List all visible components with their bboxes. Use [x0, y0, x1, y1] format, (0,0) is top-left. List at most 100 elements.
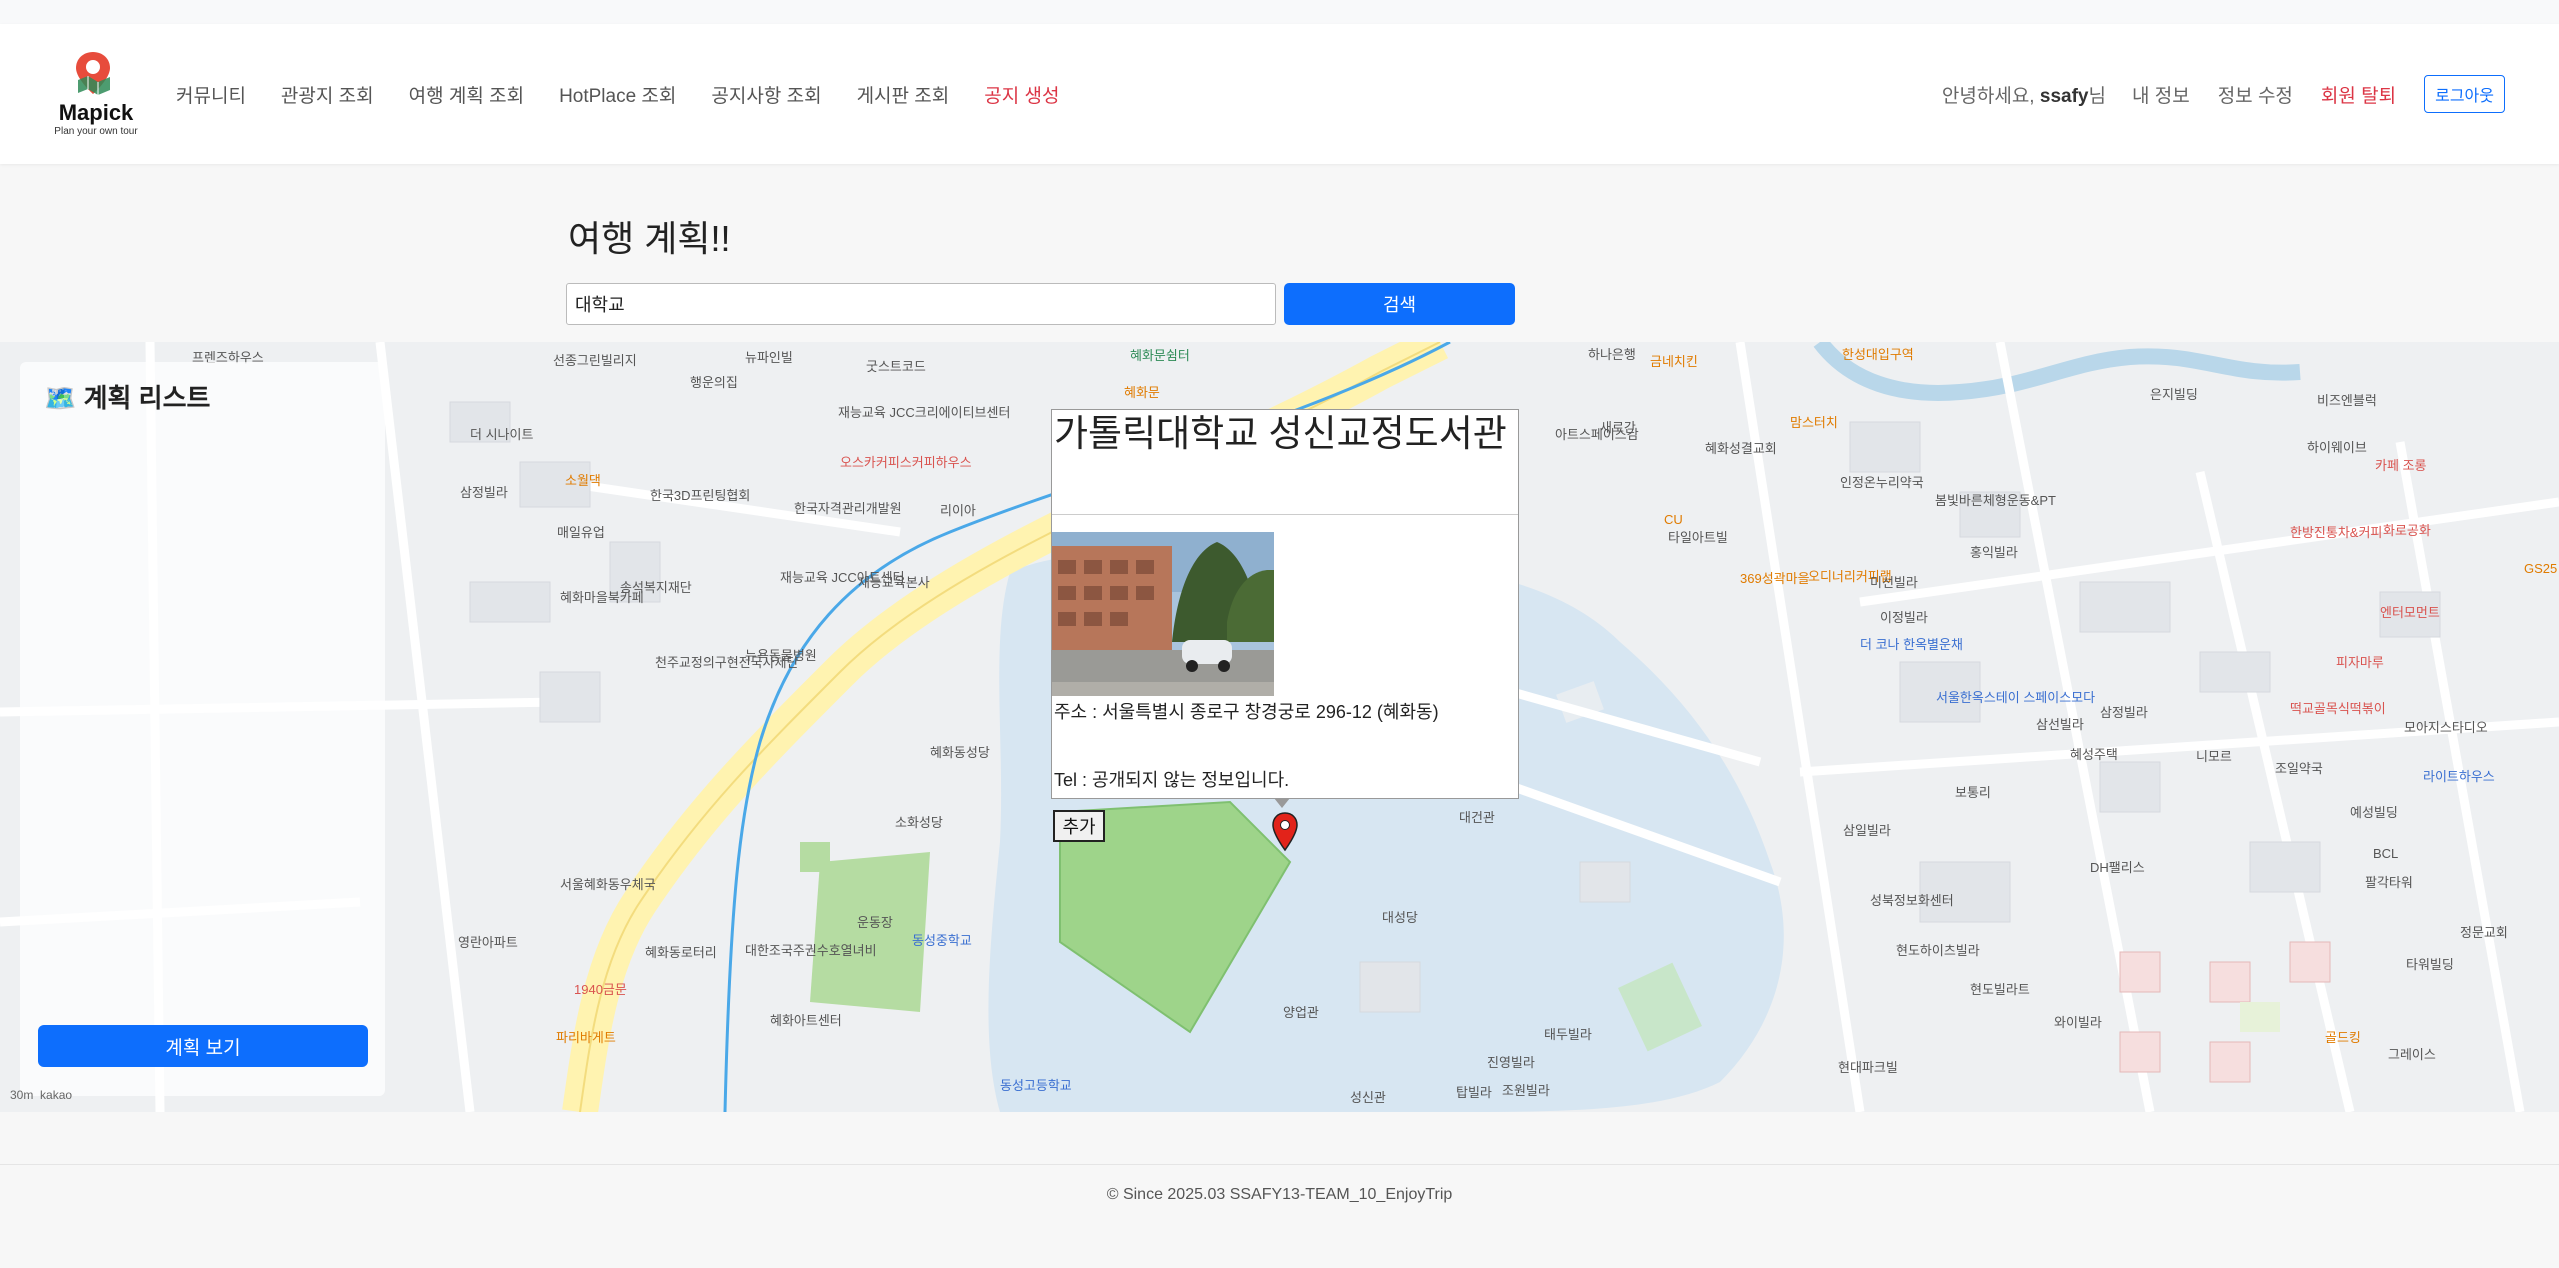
map-label: 소화성당 [895, 815, 943, 830]
map-label: 혜화문 [1124, 385, 1160, 400]
map-label: 뉴욕동물병원 [745, 648, 817, 663]
map-label: 엔터모먼트 [2380, 605, 2440, 620]
logo-brand: Mapick [58, 100, 134, 125]
map-label: 인정온누리약국 [1840, 475, 1924, 490]
map-label: CU [1664, 512, 1683, 527]
nav-notices[interactable]: 공지사항 조회 [711, 81, 821, 108]
map-label: 한방진통차&커피 [2290, 525, 2383, 540]
map-label: 더 코나 한옥별운채 [1860, 637, 1963, 652]
map-label: 파리바게트 [556, 1030, 616, 1045]
map-label: 한성대입구역 [1842, 347, 1914, 362]
map-label: 미선빌라 [1870, 575, 1918, 590]
nav-travel-plans[interactable]: 여행 계획 조회 [409, 81, 524, 108]
map-label: 팔각타워 [2365, 875, 2413, 890]
map-label: 매일유업 [557, 525, 605, 540]
info-divider [1052, 514, 1518, 515]
map-label: 골드킹 [2325, 1030, 2361, 1045]
map-scale: 30m kakao [10, 1088, 72, 1102]
map-label: 굿스트코드 [866, 359, 926, 374]
nav-hotplace[interactable]: HotPlace 조회 [559, 81, 676, 108]
map-label: 라이트하우스 [2423, 769, 2495, 784]
map-label: GS25 [2524, 561, 2558, 576]
top-strip [0, 0, 2559, 24]
plan-list-panel: 🗺️ 계획 리스트 계획 보기 [20, 362, 385, 1096]
search-button[interactable]: 검색 [1284, 283, 1515, 325]
footer-divider [0, 1164, 2559, 1165]
map-label: 혜화아트센터 [770, 1013, 842, 1028]
greeting-prefix: 안녕하세요, [1941, 85, 2040, 107]
map-label: 그레이스 [2388, 1047, 2436, 1062]
map-label: 뉴파인빌 [745, 350, 793, 365]
map-label: 혜화문쉼터 [1130, 348, 1190, 363]
map-label: 혜화동로터리 [645, 945, 717, 960]
map-label: 오스카커피스커피하우스 [840, 455, 972, 470]
map-label: 금네치킨 [1650, 354, 1698, 369]
map-label: 삼정빌라 [2100, 705, 2148, 720]
map-provider-label: kakao [40, 1088, 73, 1102]
map-label: 카페 조롱 [2375, 458, 2427, 473]
map-label: 한국자격관리개발원 [794, 501, 902, 516]
map-label: DH팰리스 [2090, 860, 2145, 875]
map-label: 동성고등학교 [1000, 1078, 1072, 1093]
map-pin-logo-icon [76, 52, 110, 95]
nav-community[interactable]: 커뮤니티 [176, 81, 246, 108]
place-tel: Tel : 공개되지 않는 정보입니다. [1054, 770, 1290, 790]
withdraw-link[interactable]: 회원 탈퇴 [2321, 81, 2396, 108]
logout-button[interactable]: 로그아웃 [2424, 75, 2505, 113]
map-label: 삼일빌라 [1843, 823, 1891, 838]
map-label: 비즈엔블럭 [2317, 393, 2377, 408]
info-window-tail [1274, 798, 1290, 808]
map-label: 하이웨이브 [2307, 440, 2367, 455]
map-marker-icon[interactable] [1272, 812, 1298, 852]
map-label: 재능교육 JCC크리에이티브센터 [838, 405, 1011, 420]
map-label: 대성당 [1382, 910, 1418, 925]
map-label: 봄빛바른체형운동&PT [1935, 493, 2056, 508]
plan-list-title: 🗺️ 계획 리스트 [44, 383, 211, 413]
map-label: 리이아 [940, 503, 976, 518]
map-label: 1940금문 [574, 982, 627, 997]
my-info-link[interactable]: 내 정보 [2132, 81, 2190, 108]
map-label: 피자마루 [2336, 655, 2384, 670]
footer-text: © Since 2025.03 SSAFY13-TEAM_10_EnjoyTri… [1106, 1186, 1453, 1203]
map-label: 재능교육본사 [858, 575, 930, 590]
map-label: 운동장 [857, 915, 893, 930]
greeting-suffix: 님 [2088, 85, 2106, 107]
place-name: 가톨릭대학교 성신교정도서관 [1054, 413, 1507, 454]
edit-info-link[interactable]: 정보 수정 [2218, 81, 2293, 108]
map-label: 성신관 [1350, 1090, 1386, 1105]
map-label: 아트스페이스감 [1555, 427, 1639, 442]
map-label: 서울한옥스테이 스페이스모다 [1936, 690, 2096, 705]
nav-create-notice[interactable]: 공지 생성 [984, 81, 1059, 108]
map-label: 맘스터치 [1790, 415, 1838, 430]
map-label: 니모르 [2196, 749, 2232, 764]
map-label: 정문교회 [2460, 925, 2508, 940]
map-label: 모아지스타디오 [2404, 720, 2488, 735]
nav-board[interactable]: 게시판 조회 [857, 81, 950, 108]
nav-attractions[interactable]: 관광지 조회 [281, 81, 374, 108]
map-label: 동성중학교 [912, 933, 972, 948]
map-label: 와이빌라 [2054, 1015, 2102, 1030]
logo-tagline: Plan your own tour [54, 126, 138, 137]
map-label: 양업관 [1283, 1005, 1319, 1020]
place-photo [1052, 532, 1274, 696]
map-scale-value: 30m [10, 1088, 34, 1102]
search-input[interactable] [566, 283, 1276, 325]
map-label: 행운의집 [690, 375, 738, 390]
map-label: 한국3D프린팅협회 [650, 488, 751, 503]
logo[interactable]: Mapick Plan your own tour [54, 50, 138, 154]
map-label: 혜화성결교회 [1705, 441, 1777, 456]
map-label: 현대파크빌 [1838, 1060, 1898, 1075]
user-area: 안녕하세요, ssafy님 내 정보 정보 수정 회원 탈퇴 로그아웃 [1942, 74, 2505, 114]
view-plan-button[interactable]: 계획 보기 [38, 1025, 368, 1067]
kakao-map[interactable]: 프렌즈하우스 선종그린빌리지 뉴파인빌 굿스트코드 혜화문쉼터 혜화문 하나은행… [0, 342, 2559, 1112]
map-label: 성북정보화센터 [1870, 893, 1954, 908]
map-label: 현도빌라트 [1970, 982, 2030, 997]
map-label: 조일약국 [2275, 761, 2323, 776]
map-label: 혜화동성당 [930, 745, 990, 760]
user-greeting: 안녕하세요, ssafy님 [1942, 81, 2106, 108]
main-nav: 커뮤니티 관광지 조회 여행 계획 조회 HotPlace 조회 공지사항 조회… [176, 76, 1094, 112]
add-place-button[interactable]: 추가 [1053, 810, 1105, 842]
map-label: 타워빌딩 [2406, 957, 2454, 972]
map-label: 떡교골목식떡볶이 [2290, 701, 2386, 716]
map-label: 삼정빌라 [460, 485, 508, 500]
